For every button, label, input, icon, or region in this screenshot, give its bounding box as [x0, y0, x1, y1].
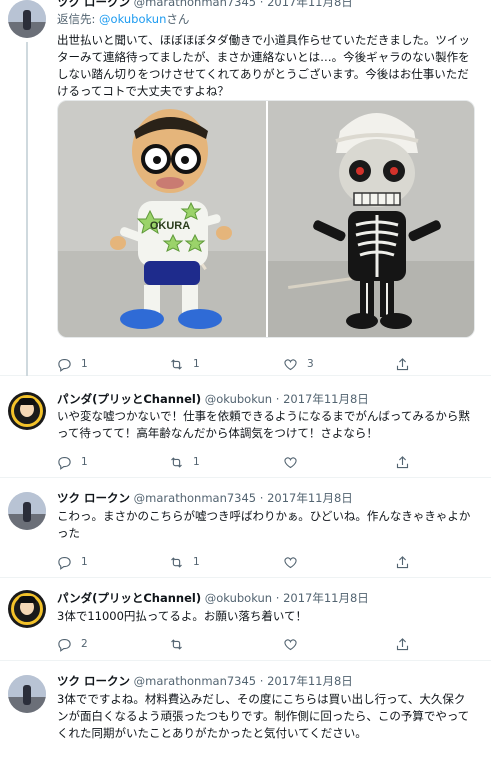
tweet-2[interactable]: パンダ(プリッとChannel) @okubokun · 2017年11月8日 …: [0, 380, 491, 478]
timestamp[interactable]: 2017年11月8日: [267, 674, 353, 688]
reply-button[interactable]: 1: [57, 356, 88, 372]
tweet-3[interactable]: ツク ロークン @marathonman7345 · 2017年11月8日 こわ…: [0, 478, 491, 578]
like-icon: [284, 556, 297, 568]
user-handle[interactable]: @marathonman7345: [134, 491, 256, 505]
display-name[interactable]: ツク ロークン: [57, 674, 130, 688]
like-count: 3: [307, 358, 314, 370]
tweet-text: 3体でですよね。材料費込みだし、その度にこちらは買い出し行って、大久保クンが面白…: [57, 692, 470, 740]
share-icon: [396, 555, 409, 568]
timestamp[interactable]: 2017年11月8日: [267, 0, 353, 9]
reply-icon: [58, 358, 71, 372]
photo-right[interactable]: [268, 101, 474, 337]
retweet-count: 1: [193, 358, 200, 370]
reply-icon: [58, 556, 71, 570]
retweet-button[interactable]: 1: [169, 454, 200, 470]
retweet-count: 1: [193, 556, 200, 568]
retweet-button[interactable]: 1: [169, 554, 200, 570]
tweet-header: ツク ロークン @marathonman7345 · 2017年11月8日: [57, 674, 353, 688]
tweet-4[interactable]: パンダ(プリッとChannel) @okubokun · 2017年11月8日 …: [0, 578, 491, 661]
timestamp[interactable]: 2017年11月8日: [283, 591, 369, 605]
timestamp[interactable]: 2017年11月8日: [267, 491, 353, 505]
user-handle[interactable]: @marathonman7345: [134, 0, 256, 9]
avatar[interactable]: [8, 590, 46, 628]
share-icon: [396, 357, 409, 370]
reply-button[interactable]: 1: [57, 454, 88, 470]
reply-count: 1: [81, 556, 88, 568]
retweet-button[interactable]: 1: [169, 356, 200, 372]
retweet-icon: [171, 358, 182, 370]
photo-left[interactable]: OKURA: [58, 101, 266, 337]
tweet-text: こわっ。まさかのこちらが嘘つき呼ばわりかぁ。ひどいね。作んなきゃきゃよかった: [57, 509, 471, 540]
tweet-1[interactable]: ツク ロークン @marathonman7345 · 2017年11月8日 返信…: [0, 0, 491, 376]
reply-button[interactable]: 1: [57, 554, 88, 570]
reply-count: 2: [81, 638, 88, 650]
reply-count: 1: [81, 456, 88, 468]
tweet-text: 3体で11000円払ってるよ。お願い落ち着いて！: [57, 609, 307, 623]
shirt-text: OKURA: [150, 220, 190, 232]
skeleton-puppet-image: [268, 101, 474, 337]
like-icon: [284, 456, 297, 468]
like-button[interactable]: 3: [283, 356, 314, 372]
share-button[interactable]: [395, 454, 410, 470]
tweet-actions: 2: [57, 636, 437, 652]
reply-icon: [58, 638, 71, 652]
tweet-header: パンダ(プリッとChannel) @okubokun · 2017年11月8日: [57, 392, 369, 406]
puppet-with-glasses-image: OKURA: [58, 101, 266, 337]
reply-context: 返信先: @okubokunさん: [57, 12, 190, 26]
share-icon: [396, 455, 409, 468]
share-button[interactable]: [395, 636, 410, 652]
share-button[interactable]: [395, 356, 410, 372]
retweet-button[interactable]: [169, 636, 193, 652]
display-name[interactable]: パンダ(プリッとChannel): [57, 392, 201, 406]
avatar[interactable]: [8, 675, 46, 713]
like-icon: [284, 358, 297, 370]
tweet-header: パンダ(プリッとChannel) @okubokun · 2017年11月8日: [57, 591, 369, 605]
retweet-icon: [171, 638, 182, 650]
tweet-actions: 1 1: [57, 554, 437, 570]
like-button[interactable]: [283, 636, 307, 652]
retweet-icon: [171, 456, 182, 468]
avatar[interactable]: [8, 392, 46, 430]
avatar[interactable]: [8, 492, 46, 530]
display-name[interactable]: パンダ(プリッとChannel): [57, 591, 201, 605]
reply-icon: [58, 456, 71, 470]
user-handle[interactable]: @marathonman7345: [134, 674, 256, 688]
like-button[interactable]: [283, 554, 307, 570]
reply-button[interactable]: 2: [57, 636, 88, 652]
tweet-header: ツク ロークン @marathonman7345 · 2017年11月8日: [57, 0, 353, 10]
retweet-icon: [171, 556, 182, 568]
tweet-text: 出世払いと聞いて、ほぼほぼタダ働きで小道具作らせていただきました。ツイッターみて…: [57, 33, 470, 98]
thread-line: [26, 42, 28, 376]
avatar[interactable]: [8, 0, 46, 38]
timestamp[interactable]: 2017年11月8日: [283, 392, 369, 406]
like-button[interactable]: [283, 454, 307, 470]
reply-count: 1: [81, 358, 88, 370]
reply-to-link[interactable]: @okubokun: [99, 12, 166, 26]
share-icon: [396, 637, 409, 650]
user-handle[interactable]: @okubokun: [205, 392, 272, 406]
tweet-header: ツク ロークン @marathonman7345 · 2017年11月8日: [57, 491, 353, 505]
media-grid[interactable]: OKURA: [57, 100, 475, 338]
tweet-actions: 1 1 3: [57, 356, 437, 372]
tweet-5[interactable]: ツク ロークン @marathonman7345 · 2017年11月8日 3体…: [0, 661, 491, 766]
display-name[interactable]: ツク ロークン: [57, 491, 130, 505]
user-handle[interactable]: @okubokun: [205, 591, 272, 605]
share-button[interactable]: [395, 554, 410, 570]
tweet-actions: 1 1: [57, 454, 437, 470]
display-name[interactable]: ツク ロークン: [57, 0, 130, 9]
like-icon: [284, 638, 297, 650]
retweet-count: 1: [193, 456, 200, 468]
tweet-text: いや変な嘘つかないで！仕事を依頼できるようになるまでがんばってみるから黙って待っ…: [57, 409, 470, 440]
